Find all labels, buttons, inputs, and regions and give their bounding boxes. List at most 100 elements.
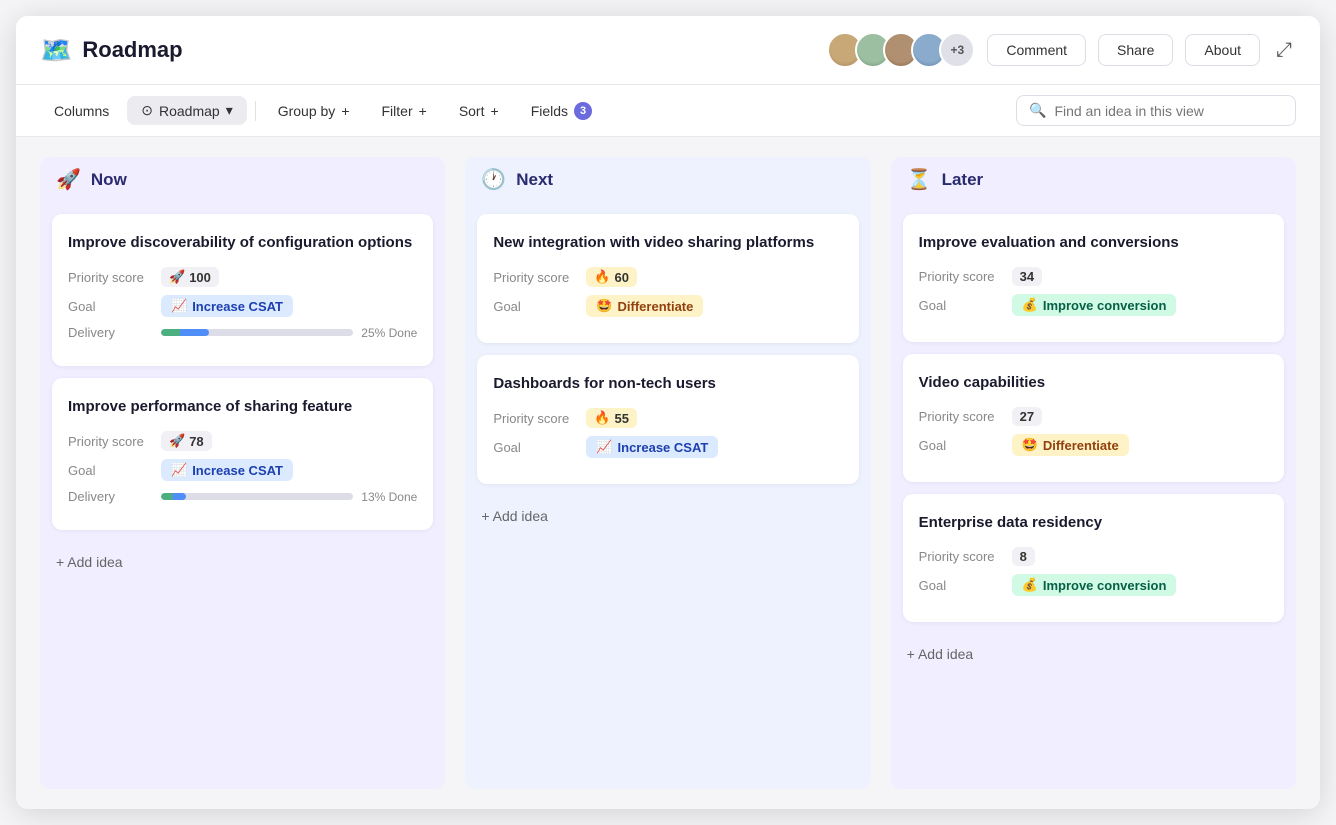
filter-button[interactable]: Filter + [368, 97, 441, 125]
toolbar: Columns ⊙ Roadmap ▾ Group by + Filter + … [16, 85, 1320, 137]
avatar-group: +3 [827, 32, 975, 68]
delivery-label: Delivery [68, 489, 153, 504]
app-icon: 🗺️ [40, 35, 72, 66]
header: 🗺️ Roadmap +3 Comment Share About ⤢ [16, 16, 1320, 85]
goal-label: Goal [493, 299, 578, 314]
fields-count-badge: 3 [574, 102, 592, 120]
goal-value: Increase CSAT [618, 440, 709, 455]
card-goal-field: Goal 📈 Increase CSAT [493, 436, 842, 458]
goal-value: Increase CSAT [192, 299, 283, 314]
sort-label: Sort [459, 103, 485, 119]
priority-label: Priority score [68, 270, 153, 285]
goal-label: Goal [919, 578, 1004, 593]
about-button[interactable]: About [1185, 34, 1260, 66]
card: New integration with video sharing platf… [477, 214, 858, 343]
card-priority-field: Priority score 🔥 60 [493, 267, 842, 287]
roadmap-icon: ⊙ [141, 102, 153, 119]
card-title: Video capabilities [919, 372, 1268, 393]
sort-button[interactable]: Sort + [445, 97, 513, 125]
priority-label: Priority score [68, 434, 153, 449]
score-badge: 🚀 78 [161, 431, 212, 451]
card: Improve performance of sharing feature P… [52, 378, 433, 530]
progress-label: 13% Done [361, 490, 417, 504]
fields-button[interactable]: Fields 3 [517, 96, 606, 126]
progress-bar [161, 329, 353, 336]
priority-label: Priority score [919, 269, 1004, 284]
card: Enterprise data residency Priority score… [903, 494, 1284, 622]
goal-label: Goal [493, 440, 578, 455]
column-later-header: ⏳ Later [891, 157, 1296, 202]
score-icon: 🔥 [594, 269, 610, 285]
expand-button[interactable]: ⤢ [1272, 35, 1296, 66]
card-goal-field: Goal 💰 Improve conversion [919, 574, 1268, 596]
priority-label: Priority score [493, 411, 578, 426]
goal-icon: 💰 [1022, 297, 1038, 313]
column-next-title: Next [516, 170, 553, 190]
search-input[interactable] [1054, 103, 1283, 119]
roadmap-button[interactable]: ⊙ Roadmap ▾ [127, 96, 246, 125]
goal-value: Differentiate [1043, 438, 1119, 453]
priority-label: Priority score [919, 409, 1004, 424]
score-badge: 🚀 100 [161, 267, 219, 287]
priority-label: Priority score [919, 549, 1004, 564]
card-priority-field: Priority score 27 [919, 407, 1268, 426]
column-later-icon: ⏳ [907, 167, 932, 192]
score-badge: 8 [1012, 547, 1035, 566]
score-icon: 🚀 [169, 269, 185, 285]
goal-label: Goal [68, 299, 153, 314]
goal-icon: 📈 [171, 298, 187, 314]
goal-value: Improve conversion [1043, 298, 1167, 313]
card-title: New integration with video sharing platf… [493, 232, 842, 253]
column-now-header: 🚀 Now [40, 157, 445, 202]
goal-badge: 🤩 Differentiate [1012, 434, 1129, 456]
add-idea-button-next[interactable]: + Add idea [477, 496, 858, 536]
score-badge: 🔥 60 [586, 267, 637, 287]
goal-value: Improve conversion [1043, 578, 1167, 593]
share-button[interactable]: Share [1098, 34, 1173, 66]
card: Video capabilities Priority score 27 Goa… [903, 354, 1284, 482]
search-icon: 🔍 [1029, 102, 1046, 119]
card-goal-field: Goal 📈 Increase CSAT [68, 295, 417, 317]
columns-button[interactable]: Columns [40, 97, 123, 125]
group-by-plus-icon: + [341, 103, 349, 119]
score-badge: 34 [1012, 267, 1042, 286]
card-goal-field: Goal 💰 Improve conversion [919, 294, 1268, 316]
card: Improve evaluation and conversions Prior… [903, 214, 1284, 342]
roadmap-chevron-icon: ▾ [226, 102, 233, 119]
goal-badge: 📈 Increase CSAT [161, 459, 293, 481]
group-by-button[interactable]: Group by + [264, 97, 364, 125]
add-idea-button-now[interactable]: + Add idea [52, 542, 433, 582]
score-value: 55 [615, 411, 629, 426]
progress-fill [161, 329, 209, 336]
comment-button[interactable]: Comment [987, 34, 1086, 66]
header-left: 🗺️ Roadmap [40, 35, 183, 66]
filter-label: Filter [382, 103, 413, 119]
goal-badge: 💰 Improve conversion [1012, 294, 1177, 316]
goal-badge: 💰 Improve conversion [1012, 574, 1177, 596]
score-value: 100 [189, 270, 211, 285]
column-later: ⏳ Later Improve evaluation and conversio… [891, 157, 1296, 789]
delivery-label: Delivery [68, 325, 153, 340]
column-now-title: Now [91, 170, 127, 190]
column-later-body: Improve evaluation and conversions Prior… [891, 202, 1296, 789]
card-goal-field: Goal 🤩 Differentiate [493, 295, 842, 317]
score-icon: 🚀 [169, 433, 185, 449]
header-right: +3 Comment Share About ⤢ [827, 32, 1296, 68]
add-idea-button-later[interactable]: + Add idea [903, 634, 1284, 674]
score-value: 8 [1020, 549, 1027, 564]
column-next: 🕐 Next New integration with video sharin… [465, 157, 870, 789]
card-priority-field: Priority score 🔥 55 [493, 408, 842, 428]
goal-label: Goal [919, 298, 1004, 313]
fields-label: Fields [531, 103, 568, 119]
card-priority-field: Priority score 34 [919, 267, 1268, 286]
column-next-icon: 🕐 [481, 167, 506, 192]
column-now-icon: 🚀 [56, 167, 81, 192]
score-value: 60 [615, 270, 629, 285]
card-goal-field: Goal 🤩 Differentiate [919, 434, 1268, 456]
card-title: Improve performance of sharing feature [68, 396, 417, 417]
roadmap-label: Roadmap [159, 103, 220, 119]
card-title: Improve evaluation and conversions [919, 232, 1268, 253]
progress-label: 25% Done [361, 326, 417, 340]
card-delivery-field: Delivery 13% Done [68, 489, 417, 504]
goal-icon: 🤩 [596, 298, 612, 314]
